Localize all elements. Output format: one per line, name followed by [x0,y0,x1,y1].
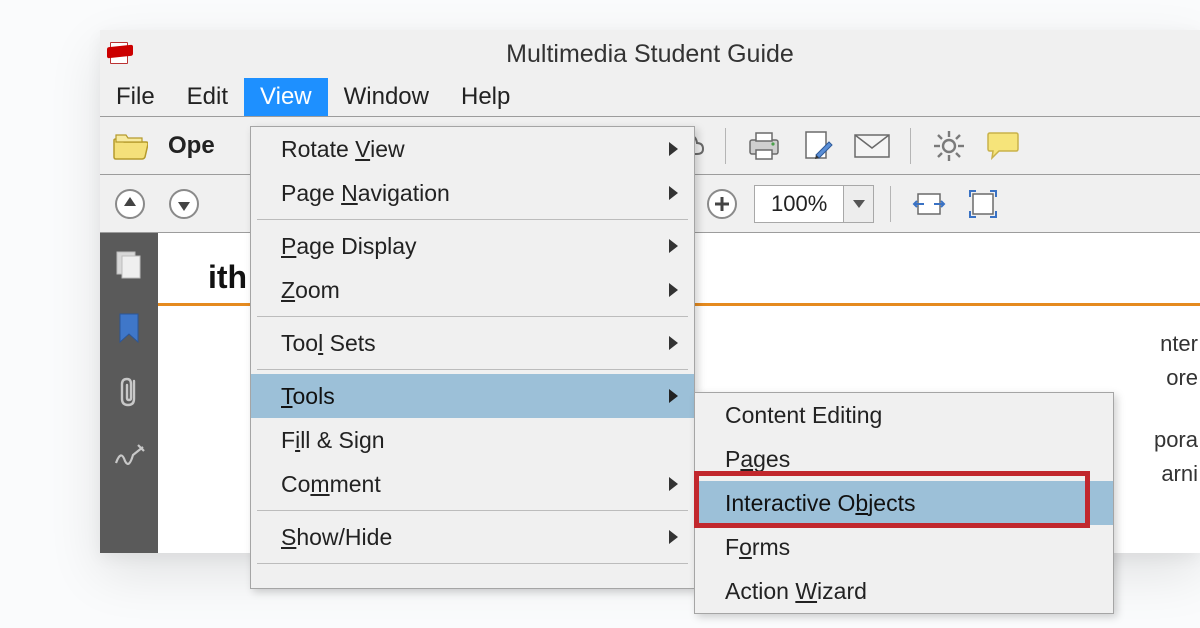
zoom-select[interactable]: 100% [754,185,874,223]
menu-tools[interactable]: Tools [251,374,694,418]
submenu-action-wizard[interactable]: Action Wizard [695,569,1113,613]
submenu-arrow-icon [669,530,678,544]
submenu-arrow-icon [669,239,678,253]
zoom-value: 100% [755,191,843,217]
menu-separator [257,219,688,220]
thumbnails-icon[interactable] [112,247,146,281]
zoom-dropdown-caret[interactable] [843,186,873,222]
menu-fill-sign[interactable]: Fill & Sign [251,418,694,462]
submenu-arrow-icon [669,186,678,200]
fit-page-icon[interactable] [961,182,1005,226]
bookmarks-icon[interactable] [112,311,146,345]
menu-bar: File Edit View Window Help [100,78,1200,116]
signatures-icon[interactable] [112,439,146,473]
menu-separator [257,563,688,564]
page-up-icon[interactable] [108,182,152,226]
submenu-content-editing[interactable]: Content Editing [695,393,1113,437]
pdf-app-icon [106,40,134,68]
menu-page-display[interactable]: Page Display [251,224,694,268]
window-title: Multimedia Student Guide [100,40,1200,69]
email-icon[interactable] [850,124,894,168]
submenu-interactive-objects[interactable]: Interactive Objects [695,481,1113,525]
toolbar-separator [890,186,891,222]
open-label[interactable]: Ope [168,132,215,160]
menu-file[interactable]: File [100,78,171,116]
gear-icon[interactable] [927,124,971,168]
open-folder-icon[interactable] [108,124,152,168]
menu-help[interactable]: Help [445,78,526,116]
menu-window[interactable]: Window [328,78,445,116]
menu-separator [257,510,688,511]
tools-submenu: Content Editing Pages Interactive Object… [694,392,1114,614]
view-dropdown-menu: Rotate View Page Navigation Page Display… [250,126,695,589]
menu-separator [257,316,688,317]
edit-page-icon[interactable] [796,124,840,168]
submenu-pages[interactable]: Pages [695,437,1113,481]
zoom-in-icon[interactable] [700,182,744,226]
menu-separator [257,369,688,370]
menu-rotate-view[interactable]: Rotate View [251,127,694,171]
title-bar: Multimedia Student Guide [100,30,1200,78]
submenu-forms[interactable]: Forms [695,525,1113,569]
attachments-icon[interactable] [112,375,146,409]
menu-view[interactable]: View [244,78,328,116]
menu-show-hide[interactable]: Show/Hide [251,515,694,559]
toolbar-separator [725,128,726,164]
submenu-arrow-icon [669,142,678,156]
menu-zoom[interactable]: Zoom [251,268,694,312]
submenu-arrow-icon [669,477,678,491]
toolbar-separator [910,128,911,164]
submenu-arrow-icon [669,283,678,297]
fit-width-icon[interactable] [907,182,951,226]
submenu-arrow-icon [669,389,678,403]
page-down-icon[interactable] [162,182,206,226]
menu-page-navigation[interactable]: Page Navigation [251,171,694,215]
menu-comment[interactable]: Comment [251,462,694,506]
menu-tool-sets[interactable]: Tool Sets [251,321,694,365]
menu-edit[interactable]: Edit [171,78,244,116]
submenu-arrow-icon [669,336,678,350]
print-icon[interactable] [742,124,786,168]
menu-truncated [251,568,694,588]
navigation-rail [100,233,158,553]
comment-bubble-icon[interactable] [981,124,1025,168]
